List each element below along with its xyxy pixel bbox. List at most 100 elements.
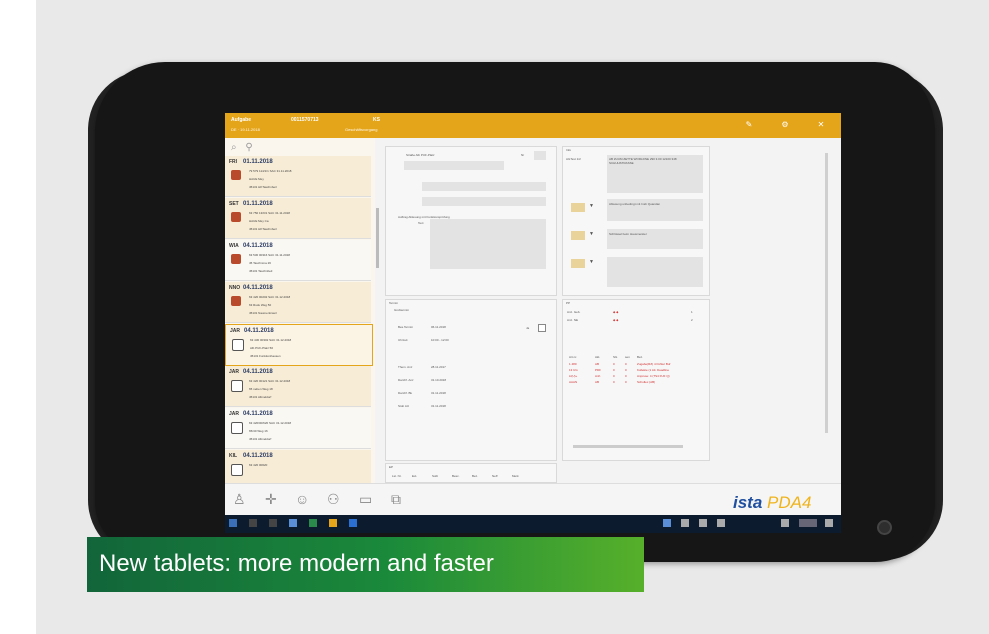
user-icon[interactable]: ☺ [295, 491, 309, 507]
note3-field[interactable] [607, 257, 703, 287]
list-item-day: JAR [229, 411, 240, 417]
list-item-day: NNO [229, 285, 241, 291]
caption-text: New tablets: more modern and faster [99, 550, 494, 577]
pp-table-cell: 0 [613, 368, 615, 372]
browser-icon[interactable] [289, 519, 297, 527]
dropdown-3-icon[interactable]: ▼ [589, 259, 594, 265]
info-pane: Info AGText 1/2 AB ZUUM ZETTE WORLDNE 29… [562, 146, 710, 296]
flag-3[interactable] [571, 259, 585, 268]
anz-nf-stepper[interactable]: ◆ ◆ [613, 318, 618, 322]
list-item-line: HAUE Mey Ca [249, 219, 269, 223]
termin-row-label: Stob AU [398, 404, 410, 408]
brand-product: PDA4 [767, 493, 812, 512]
pp-table-cell: Anpruse: 4 (TS4 FUF Q) [637, 374, 670, 378]
keyboard-icon[interactable] [781, 519, 789, 527]
termin-row-value[interactable]: 31.11.2018 [431, 391, 446, 395]
anz-geb-value: 1 [691, 310, 693, 314]
list-item[interactable]: JAR 04.11.2018 63 430 00302 SAC 31.12.2018… [225, 324, 373, 366]
street-field[interactable] [404, 161, 504, 170]
list-item-line: 45 Taschnma 26 [249, 261, 271, 265]
list-item-line: HAUE Mey [249, 177, 264, 181]
document-icon[interactable]: ▭ [359, 491, 372, 508]
termin-row-label: Uhrzeit [398, 338, 408, 342]
search-bar[interactable]: ⌕ ⚲ [231, 142, 253, 156]
termin-row-value[interactable]: 06.11.2018 [431, 325, 446, 329]
pp-table-cell: AB [595, 362, 600, 366]
clock[interactable] [799, 519, 817, 527]
list-item-date: 01.11.2018 [243, 159, 273, 165]
ep-pane: EP Lst. Nr. Ext. Sollt Besc. Bez. Neff Merk [385, 463, 557, 483]
list-item-line: 63 Rusk Weg 50 [249, 303, 272, 307]
termin-row-value[interactable]: 10:00 - 12:00 [431, 338, 449, 342]
termin-row-label: Them. Anz [398, 365, 413, 369]
crosshair-icon[interactable]: ✛ [265, 491, 277, 508]
notification-icon[interactable] [825, 519, 833, 527]
task-number: 0011570713 [291, 117, 319, 123]
close-icon[interactable]: ✕ [817, 121, 825, 129]
person-icon[interactable]: ♙ [233, 491, 246, 508]
search-icon[interactable]: ⌕ [231, 142, 237, 153]
list-item[interactable]: FRI 01.11.2018 79 579 114/1/1 SAC 31.11.20… [225, 156, 371, 197]
anz-nf-value: 2 [691, 318, 693, 322]
list-item-line: 63 750 13/0/1 SAC 31.11.2018 [249, 211, 290, 215]
group-icon[interactable]: ⚇ [327, 491, 340, 508]
pp-hscroll[interactable] [573, 445, 683, 448]
tray-icon-1[interactable] [663, 519, 671, 527]
ista-app-icon[interactable] [349, 519, 357, 527]
network-icon[interactable] [699, 519, 707, 527]
ja-checkbox[interactable] [538, 324, 546, 332]
taskview-icon[interactable] [269, 519, 277, 527]
dropdown-1-icon[interactable]: ▼ [589, 203, 594, 209]
list-item[interactable]: JAR 04.11.2018 63 420/00/620 SAC 31.12.201… [225, 408, 371, 449]
volume-icon[interactable] [717, 519, 725, 527]
list-item-day: JAR [230, 328, 241, 334]
text-field[interactable] [430, 219, 546, 269]
list-item[interactable]: JAR 04.11.2018 63 420 00121 SAC 31.12.2018… [225, 366, 371, 407]
filter-icon[interactable]: ⚲ [245, 142, 252, 153]
list-item-date: 04.11.2018 [243, 411, 273, 417]
nr-field[interactable] [534, 151, 546, 160]
flag-2[interactable] [571, 231, 585, 240]
text-label: Text [418, 221, 424, 225]
search-taskbar-icon[interactable] [249, 519, 257, 527]
edit-icon[interactable]: ✎ [745, 121, 753, 129]
plz-field[interactable] [422, 182, 546, 191]
camera-icon [877, 520, 892, 535]
folder-icon[interactable] [329, 519, 337, 527]
termin-row-label: Bes.Termin [398, 325, 414, 329]
list-item[interactable]: WIA 04.11.2018 63 530 00316 SAC 31.11.2018… [225, 240, 371, 281]
list-item-line: 63 530 00316 SAC 31.11.2018 [249, 253, 290, 257]
list-item-line: 65/40 Weg 16 [249, 429, 268, 433]
pp-table-header: Art.nr. [569, 355, 578, 359]
ort-field[interactable] [422, 197, 546, 206]
pp-table-cell: 0 [613, 374, 615, 378]
list-scrollbar[interactable] [376, 208, 379, 268]
app-icon[interactable] [309, 519, 317, 527]
list-item[interactable]: NNO 04.11.2018 63 420 00202 SAC 31.12.2018… [225, 282, 371, 323]
main-scrollbar[interactable] [825, 153, 828, 433]
dropdown-2-icon[interactable]: ▼ [589, 231, 594, 237]
list-item[interactable]: SET 01.11.2018 63 750 13/0/1 SAC 31.11.201… [225, 198, 371, 239]
nr-label: Nr [521, 153, 525, 157]
pp-table-cell: 1 480 [569, 362, 577, 366]
pp-table-cell: 0 [613, 380, 615, 384]
settings-icon[interactable]: ⚙ [781, 121, 789, 129]
list-item-line: 45131 Funktionhausen [250, 354, 281, 358]
termin-row-value[interactable]: 28.11.2017 [431, 365, 446, 369]
list-item-day: SET [229, 201, 239, 207]
termin-row-value[interactable]: 31.11.2018 [431, 404, 446, 408]
pp-table-cell: AAAN [569, 380, 578, 384]
tray-icon-2[interactable] [681, 519, 689, 527]
new-icon[interactable]: ⧉ [391, 491, 401, 508]
pp-table-cell: Kollekte (1 Att. Deadline [637, 368, 670, 372]
app-title: Aufgabe [231, 117, 251, 123]
anz-geb-stepper[interactable]: ◆ ◆ [613, 310, 618, 314]
pp-title: PP [566, 301, 571, 305]
termin-row-value[interactable]: 31.10.2018 [431, 378, 446, 382]
termin-row-label: Darchf. Anz [398, 378, 414, 382]
flag-1[interactable] [571, 203, 585, 212]
pp-table-header: Bez. [637, 355, 644, 359]
checkbox-icon [231, 422, 243, 434]
checkbox-icon [232, 339, 244, 351]
start-icon[interactable] [229, 519, 237, 527]
